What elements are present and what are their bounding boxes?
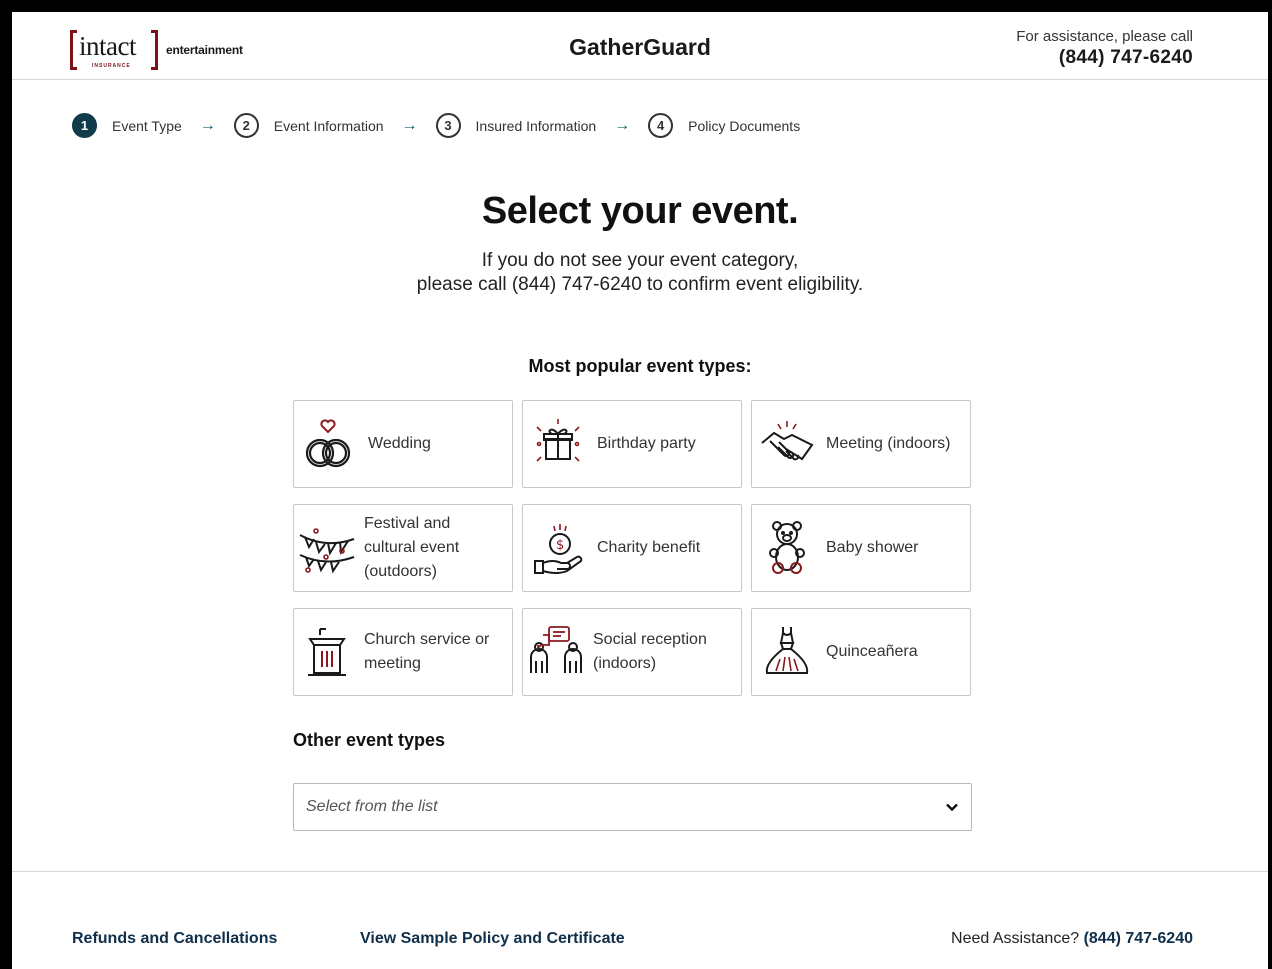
step-number: 1 bbox=[72, 113, 97, 138]
header-assistance: For assistance, please call (844) 747-62… bbox=[1016, 28, 1193, 69]
chevron-down-icon bbox=[945, 800, 959, 814]
event-card-birthday-party[interactable]: Birthday party bbox=[522, 400, 742, 488]
event-card-label: Social reception (indoors) bbox=[593, 631, 707, 672]
step-insured-information: 3 Insured Information bbox=[435, 113, 597, 138]
event-card-social-reception[interactable]: Social reception (indoors) bbox=[522, 608, 742, 696]
event-card-wedding[interactable]: Wedding bbox=[293, 400, 513, 488]
bunting-icon bbox=[296, 515, 358, 581]
step-event-type: 1 Event Type bbox=[72, 113, 182, 138]
podium-icon bbox=[296, 619, 358, 685]
arrow-right-icon: → bbox=[401, 116, 418, 134]
step-label: Event Information bbox=[273, 117, 384, 134]
event-card-charity-benefit[interactable]: $ Charity benefit bbox=[522, 504, 742, 592]
event-card-label: Quinceañera bbox=[826, 643, 918, 660]
event-card-baby-shower[interactable]: Baby shower bbox=[751, 504, 971, 592]
event-card-meeting-indoors[interactable]: Meeting (indoors) bbox=[751, 400, 971, 488]
arrow-right-icon: → bbox=[614, 116, 631, 134]
wedding-rings-icon bbox=[296, 411, 362, 477]
other-event-type-select[interactable]: Select from the list bbox=[293, 783, 972, 831]
event-card-label: Festival and cultural event (outdoors) bbox=[364, 515, 460, 580]
subtitle-line: If you do not see your event category, bbox=[481, 250, 799, 271]
handshake-icon bbox=[754, 411, 820, 477]
arrow-right-icon: → bbox=[199, 116, 216, 134]
dress-icon bbox=[754, 619, 820, 685]
event-card-label: Meeting (indoors) bbox=[826, 435, 951, 452]
event-card-label: Birthday party bbox=[597, 435, 696, 452]
page-frame: intact INSURANCE entertainment GatherGua… bbox=[12, 12, 1268, 969]
step-label: Policy Documents bbox=[688, 117, 801, 134]
event-card-quinceanera[interactable]: Quinceañera bbox=[751, 608, 971, 696]
page-title: Select your event. bbox=[481, 190, 799, 232]
logo-sub: INSURANCE bbox=[92, 63, 131, 69]
svg-text:$: $ bbox=[556, 538, 564, 553]
subtitle-line: please call (844) 747-6240 to confirm ev… bbox=[416, 274, 864, 295]
page-subtitle: If you do not see your event category, p… bbox=[12, 249, 1268, 297]
select-placeholder: Select from the list bbox=[306, 798, 438, 815]
teddy-bear-icon bbox=[754, 515, 820, 581]
footer: Refunds and Cancellations View Sample Po… bbox=[12, 871, 1268, 969]
event-card-label: Wedding bbox=[368, 435, 431, 452]
step-event-information: 2 Event Information bbox=[233, 113, 384, 138]
event-type-grid: Wedding Birthday party Meeting (indoors)… bbox=[293, 400, 971, 696]
people-chat-icon bbox=[525, 619, 587, 685]
refunds-link[interactable]: Refunds and Cancellations bbox=[72, 930, 277, 948]
header: intact INSURANCE entertainment GatherGua… bbox=[12, 12, 1268, 80]
donation-hand-icon: $ bbox=[525, 515, 591, 581]
popular-heading: Most popular event types: bbox=[528, 356, 752, 376]
footer-phone-link[interactable]: (844) 747-6240 bbox=[1084, 930, 1193, 947]
step-label: Insured Information bbox=[475, 117, 597, 134]
step-number: 4 bbox=[648, 113, 674, 138]
gift-icon bbox=[525, 411, 591, 477]
assist-phone-link[interactable]: (844) 747-6240 bbox=[1016, 47, 1193, 69]
event-card-festival-outdoors[interactable]: Festival and cultural event (outdoors) bbox=[293, 504, 513, 592]
step-number: 2 bbox=[233, 113, 259, 138]
other-event-types-heading: Other event types bbox=[293, 730, 446, 750]
step-policy-documents: 4 Policy Documents bbox=[648, 113, 800, 138]
sample-policy-link[interactable]: View Sample Policy and Certificate bbox=[360, 930, 625, 948]
footer-assistance: Need Assistance? (844) 747-6240 bbox=[951, 930, 1193, 948]
step-number: 3 bbox=[435, 113, 461, 138]
step-label: Event Type bbox=[112, 117, 182, 134]
event-card-label: Charity benefit bbox=[597, 539, 701, 556]
footer-assist-label: Need Assistance? bbox=[951, 930, 1080, 947]
event-card-church-service[interactable]: Church service or meeting bbox=[293, 608, 513, 696]
assist-text: For assistance, please call bbox=[1016, 28, 1193, 45]
progress-stepper: 1 Event Type → 2 Event Information → 3 I… bbox=[72, 113, 800, 138]
event-card-label: Baby shower bbox=[826, 539, 919, 556]
event-card-label: Church service or meeting bbox=[364, 631, 490, 672]
